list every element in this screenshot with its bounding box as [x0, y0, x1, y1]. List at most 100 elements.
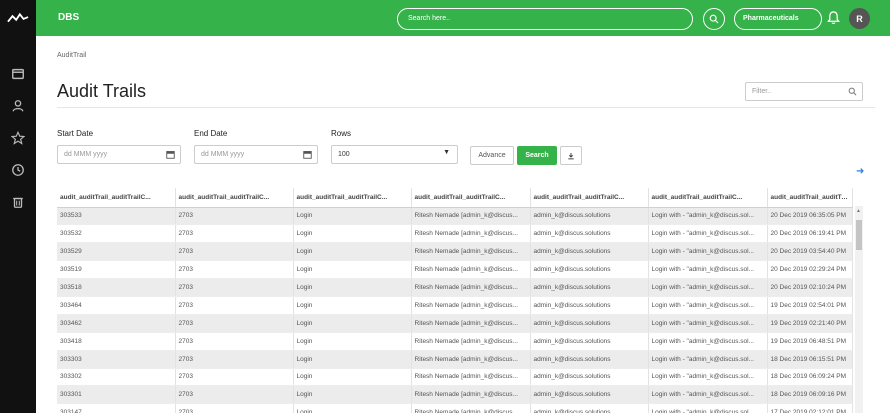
table-cell: Login	[293, 403, 412, 413]
table-cell: admin_k@discus.solutions	[530, 350, 649, 369]
scroll-up-icon[interactable]: ▲	[856, 208, 861, 214]
star-icon[interactable]	[0, 122, 36, 154]
table-cell: 2703	[175, 350, 294, 369]
scrollbar-thumb[interactable]	[856, 220, 862, 250]
column-header[interactable]: audit_auditTrail_auditTrailC...	[175, 188, 294, 208]
table-cell: 19 Dec 2019 06:48:51 PM	[767, 332, 853, 351]
table-cell: Ritesh Nemade [admin_k@discus...	[411, 296, 531, 315]
column-header[interactable]: audit_auditTrail_auditTrailC...	[648, 188, 768, 208]
column-header[interactable]: audit_auditTrail_auditTrailC...	[530, 188, 649, 208]
table-cell: 303301	[57, 385, 176, 405]
download-button[interactable]	[560, 146, 582, 165]
rows-select[interactable]: 100 ▼	[331, 145, 458, 164]
user-icon[interactable]	[0, 90, 36, 122]
table-row[interactable]: 303533 2703 Login Ritesh Nemade [admin_k@di…	[57, 207, 853, 226]
download-icon	[568, 152, 574, 159]
table-cell: 20 Dec 2019 03:54:40 PM	[767, 242, 853, 262]
table-row[interactable]: 303418 2703 Login Ritesh Nemade [admin_k@di…	[57, 332, 853, 351]
column-header[interactable]: audit_auditTrail_auditTrailC...	[57, 188, 176, 208]
table-row[interactable]: 303302 2703 Login Ritesh Nemade [admin_k@di…	[57, 368, 853, 387]
calendar-icon[interactable]	[303, 150, 312, 159]
table-row[interactable]: 303462 2703 Login Ritesh Nemade [admin_k@di…	[57, 314, 853, 333]
table-row[interactable]: 303464 2703 Login Ritesh Nemade [admin_k@di…	[57, 296, 853, 315]
rows-label: Rows	[331, 129, 352, 138]
start-date-label: Start Date	[57, 129, 94, 138]
table-cell: 2703	[175, 368, 294, 387]
table-cell: admin_k@discus.solutions	[530, 385, 649, 405]
table-cell: Ritesh Nemade [admin_k@discus...	[411, 314, 531, 333]
table-row[interactable]: 303301 2703 Login Ritesh Nemade [admin_k@di…	[57, 385, 853, 405]
trash-icon[interactable]	[0, 186, 36, 218]
table-cell: Login	[293, 260, 412, 280]
breadcrumb[interactable]: AuditTrail	[57, 52, 86, 59]
table-cell: 303303	[57, 350, 176, 369]
table-cell: Login with - "admin_k@discus.sol...	[648, 207, 768, 226]
table-cell: 303533	[57, 207, 176, 226]
table-cell: 20 Dec 2019 06:35:05 PM	[767, 207, 853, 226]
start-date-placeholder: dd MMM yyyy	[64, 151, 108, 158]
table-row[interactable]: 303518 2703 Login Ritesh Nemade [admin_k@di…	[57, 278, 853, 297]
table-cell: admin_k@discus.solutions	[530, 242, 649, 262]
column-header[interactable]: audit_auditTrail_auditTrailC...	[767, 188, 853, 208]
table-cell: Login	[293, 224, 412, 244]
end-date-input[interactable]: dd MMM yyyy	[194, 145, 318, 164]
table-cell: admin_k@discus.solutions	[530, 314, 649, 333]
end-date-label: End Date	[194, 129, 228, 138]
table-cell: Login with - "admin_k@discus.sol...	[648, 278, 768, 297]
filter-input[interactable]: Filter..	[745, 82, 863, 101]
table-cell: Login with - "admin_k@discus.sol...	[648, 314, 768, 333]
table-cell: 2703	[175, 403, 294, 413]
advance-button[interactable]: Advance	[470, 146, 514, 165]
vertical-scrollbar[interactable]: ▲	[855, 206, 863, 413]
table-cell: 20 Dec 2019 02:10:24 PM	[767, 278, 853, 297]
column-header[interactable]: audit_auditTrail_auditTrailC...	[411, 188, 531, 208]
filter-placeholder: Filter..	[752, 88, 772, 95]
table-cell: Ritesh Nemade [admin_k@discus...	[411, 260, 531, 280]
scroll-right-arrow-icon[interactable]: ➜	[856, 166, 864, 177]
notification-bell-icon[interactable]	[827, 10, 840, 30]
brand-name[interactable]: DBS	[58, 12, 79, 23]
search-submit-button[interactable]: Search	[517, 146, 557, 165]
table-cell: Login	[293, 314, 412, 333]
start-date-input[interactable]: dd MMM yyyy	[57, 145, 181, 164]
clock-icon[interactable]	[0, 154, 36, 186]
table-cell: 18 Dec 2019 06:09:24 PM	[767, 368, 853, 387]
logo-icon[interactable]	[0, 0, 36, 36]
table-row[interactable]: 303532 2703 Login Ritesh Nemade [admin_k@di…	[57, 224, 853, 244]
table-cell: 20 Dec 2019 02:29:24 PM	[767, 260, 853, 280]
table-cell: 2703	[175, 385, 294, 405]
grid-body: 303533 2703 Login Ritesh Nemade [admin_k@di…	[57, 207, 853, 413]
table-row[interactable]: 303519 2703 Login Ritesh Nemade [admin_k@di…	[57, 260, 853, 280]
table-row[interactable]: 303147 2703 Login Ritesh Nemade [admin_k@di…	[57, 403, 853, 413]
table-cell: Login	[293, 332, 412, 351]
column-header[interactable]: audit_auditTrail_auditTrailC...	[293, 188, 412, 208]
table-cell: 2703	[175, 207, 294, 226]
calendar-icon[interactable]	[166, 150, 175, 159]
table-cell: admin_k@discus.solutions	[530, 368, 649, 387]
table-cell: 303518	[57, 278, 176, 297]
table-cell: 303464	[57, 296, 176, 315]
left-rail	[0, 0, 36, 413]
user-avatar[interactable]: R	[849, 8, 870, 29]
table-row[interactable]: 303529 2703 Login Ritesh Nemade [admin_k@di…	[57, 242, 853, 262]
organization-selector[interactable]: Pharmaceuticals	[734, 8, 822, 30]
table-cell: 2703	[175, 314, 294, 333]
global-search-input[interactable]: Search here..	[397, 8, 693, 30]
table-cell: Ritesh Nemade [admin_k@discus...	[411, 224, 531, 244]
search-icon	[709, 14, 719, 24]
table-cell: 303519	[57, 260, 176, 280]
table-row[interactable]: 303303 2703 Login Ritesh Nemade [admin_k@di…	[57, 350, 853, 369]
table-cell: Login	[293, 296, 412, 315]
table-cell: 303529	[57, 242, 176, 262]
dashboard-icon[interactable]	[0, 58, 36, 90]
search-icon	[848, 87, 857, 96]
table-cell: Ritesh Nemade [admin_k@discus...	[411, 242, 531, 262]
table-cell: 303147	[57, 403, 176, 413]
table-cell: 2703	[175, 332, 294, 351]
table-cell: 18 Dec 2019 06:09:16 PM	[767, 385, 853, 405]
search-button[interactable]	[703, 8, 725, 30]
table-cell: admin_k@discus.solutions	[530, 224, 649, 244]
chevron-down-icon: ▼	[443, 149, 450, 156]
table-cell: Login	[293, 207, 412, 226]
table-cell: Ritesh Nemade [admin_k@discus...	[411, 368, 531, 387]
